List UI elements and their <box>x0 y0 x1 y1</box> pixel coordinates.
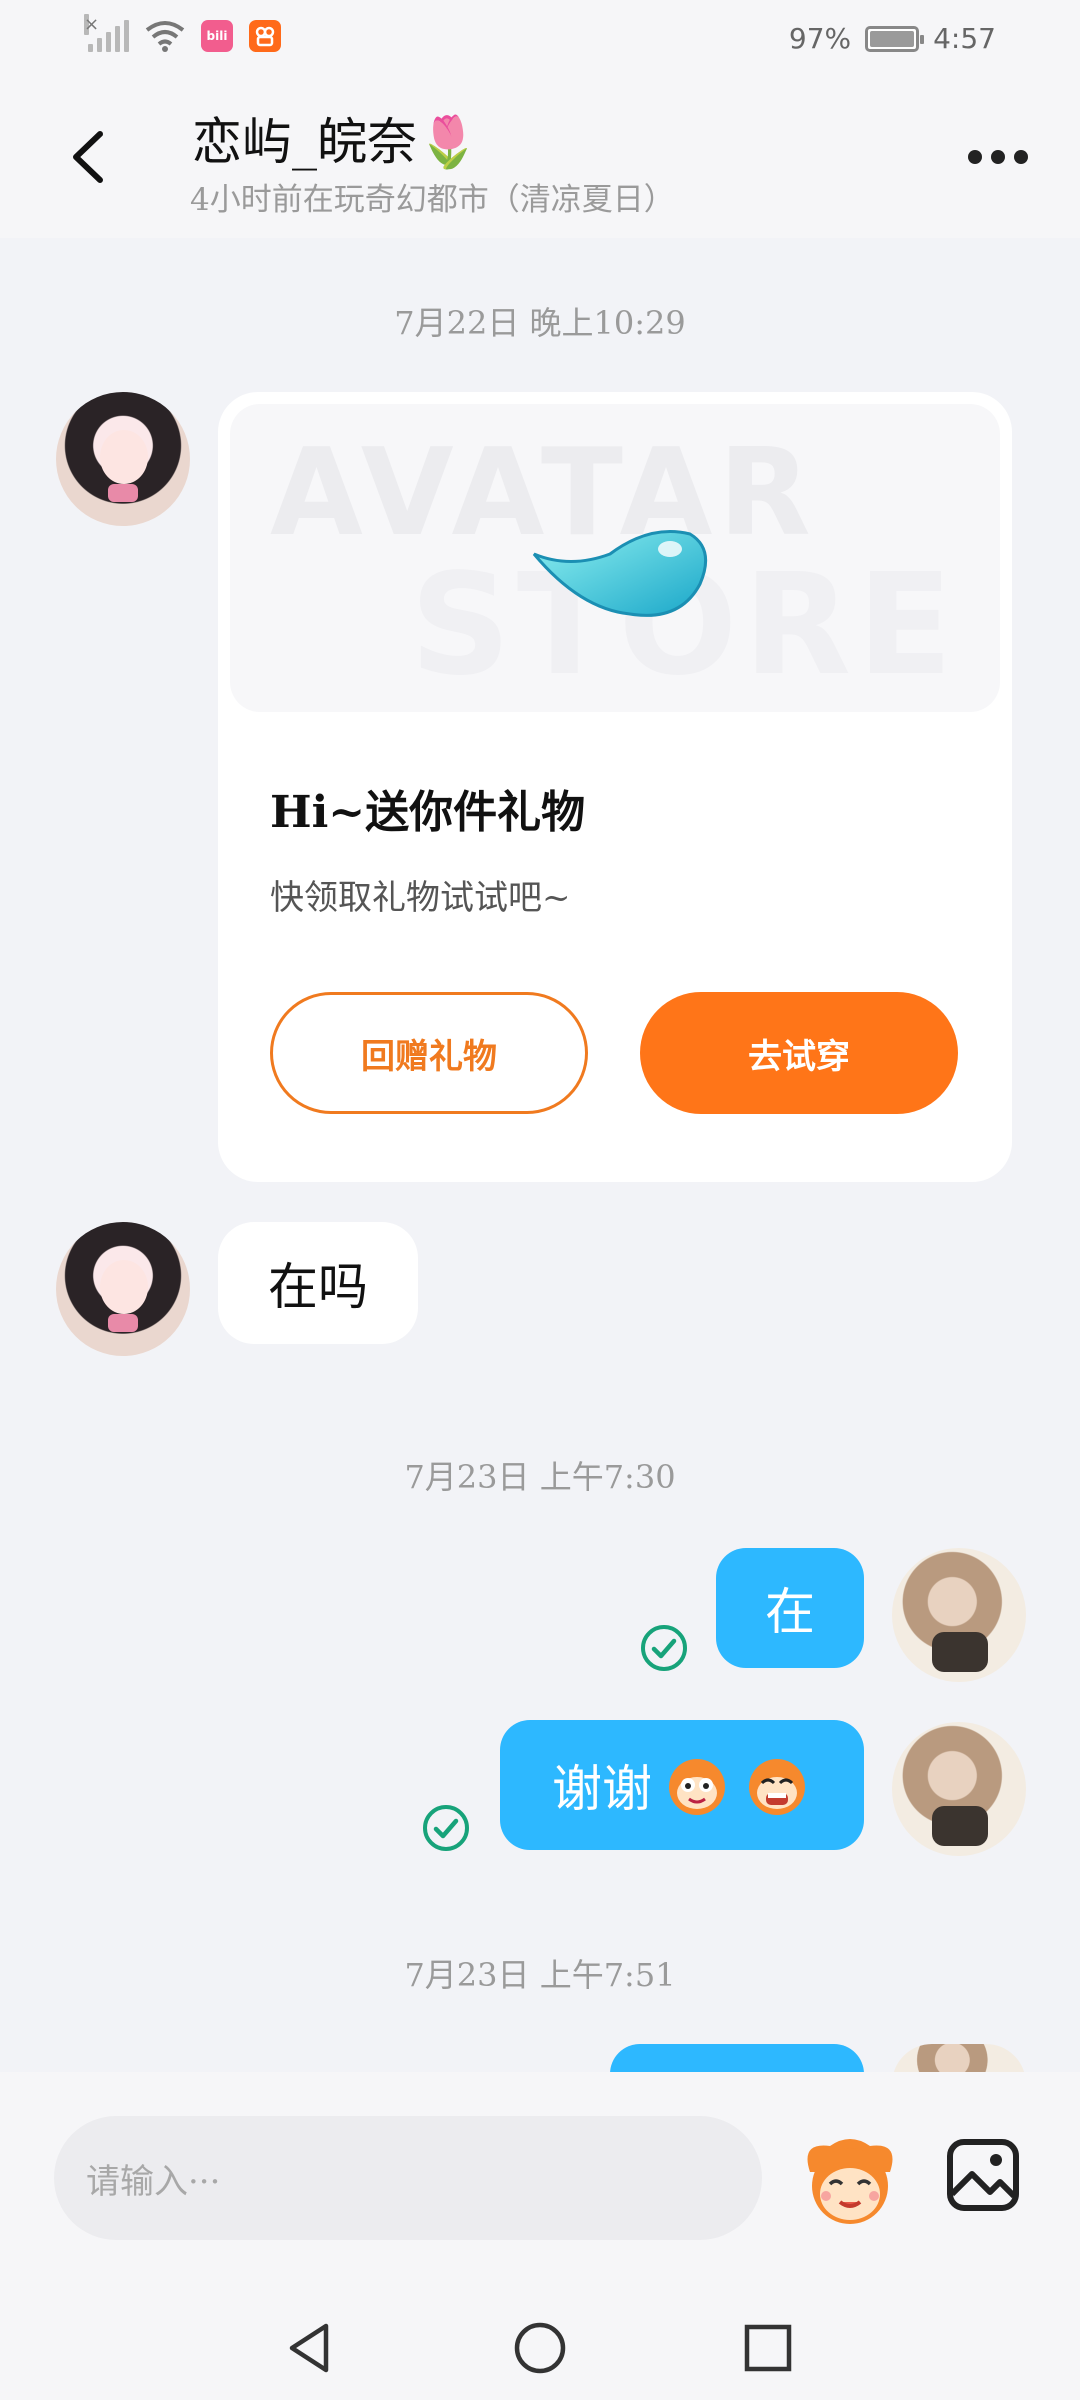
monkey-laughing-emoji-icon <box>749 1759 805 1815</box>
timestamp: 7月23日 上午7:51 <box>404 1956 676 1994</box>
contact-status: 4小时前在玩奇幻都市（清凉夏日） <box>190 182 675 218</box>
image-picker-icon[interactable] <box>946 2138 1020 2212</box>
return-gift-button[interactable]: 回赠礼物 <box>270 992 588 1114</box>
gift-card-title: Hi~送你件礼物 <box>270 787 586 838</box>
water-drop-icon <box>532 530 708 617</box>
contact-avatar[interactable] <box>56 1222 190 1356</box>
battery-percent: 97% <box>788 22 852 55</box>
input-bar: 请输入··· <box>0 2072 1080 2282</box>
gift-card-subtitle: 快领取礼物试试吧~ <box>270 878 571 918</box>
timestamp: 7月22日 晚上10:29 <box>394 304 686 342</box>
outgoing-message[interactable]: 在 <box>716 1548 864 1668</box>
system-navigation-bar <box>0 2282 1080 2400</box>
monkey-emoji-icon <box>669 1759 725 1815</box>
gift-banner: AVATAR STORE <box>230 404 1000 712</box>
chat-header: 恋屿_皖奈🌷 4小时前在玩奇幻都市（清凉夏日） <box>0 80 1080 238</box>
outgoing-message[interactable]: 谢谢 <box>500 1720 864 1850</box>
clock: 4:57 <box>933 22 996 55</box>
sticker-mascot-icon[interactable] <box>800 2132 900 2228</box>
read-check-icon <box>423 1805 469 1851</box>
nav-back-icon[interactable] <box>280 2318 340 2378</box>
kuaishou-app-icon <box>249 20 281 52</box>
nav-recents-icon[interactable] <box>738 2318 798 2378</box>
gift-card[interactable]: AVATAR STORE Hi~送你件礼物 快领取礼物试试吧~ 回赠礼物 去试穿 <box>218 392 1012 1182</box>
my-avatar[interactable] <box>892 1548 1026 1682</box>
back-arrow-icon[interactable] <box>60 122 120 192</box>
battery-icon <box>865 25 925 52</box>
wifi-icon <box>145 21 185 52</box>
signal-icon: × <box>84 14 129 52</box>
contact-name: 恋屿_皖奈🌷 <box>192 113 480 171</box>
timestamp: 7月23日 上午7:30 <box>404 1458 676 1496</box>
incoming-message[interactable]: 在吗 <box>218 1222 418 1344</box>
message-text: 谢谢 <box>552 1760 652 1818</box>
message-input[interactable]: 请输入··· <box>54 2116 762 2240</box>
more-options-icon[interactable] <box>968 150 1028 164</box>
read-check-icon <box>641 1625 687 1671</box>
my-avatar[interactable] <box>892 1722 1026 1856</box>
try-on-button[interactable]: 去试穿 <box>640 992 958 1114</box>
nav-home-icon[interactable] <box>510 2318 570 2378</box>
status-bar: × bili 97% 4:57 <box>0 0 1080 80</box>
bilibili-app-icon: bili <box>201 20 233 52</box>
contact-avatar[interactable] <box>56 392 190 526</box>
